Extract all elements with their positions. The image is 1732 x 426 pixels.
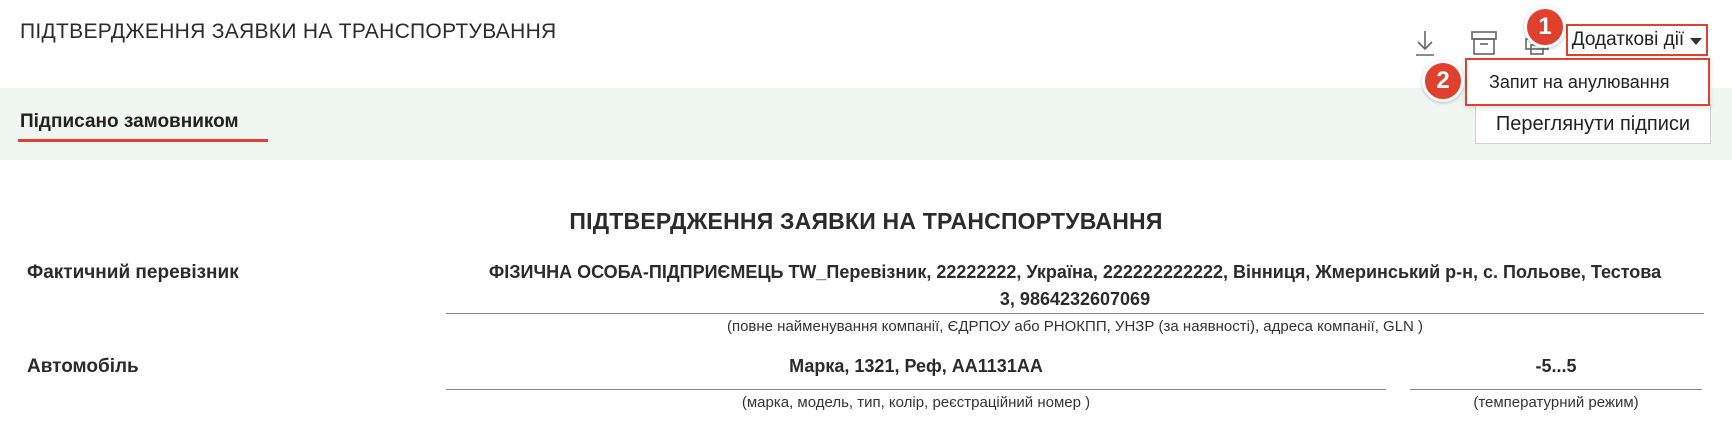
download-icon[interactable] [1408, 26, 1442, 60]
carrier-value: ФІЗИЧНА ОСОБА-ПІДПРИЄМЕЦЬ TW_Перевізник,… [446, 259, 1704, 313]
archive-icon[interactable] [1467, 26, 1501, 60]
temperature-value: -5...5 [1535, 356, 1577, 376]
menu-item-cancel-request[interactable]: Запит на анулювання [1465, 58, 1710, 106]
caret-down-icon [1690, 37, 1703, 45]
carrier-line [446, 313, 1704, 314]
more-actions-label: Додаткові дії [1571, 29, 1685, 50]
vehicle-line [446, 389, 1386, 390]
carrier-label: Фактичний перевізник [27, 262, 239, 283]
vehicle-label: Автомобіль [27, 356, 139, 377]
carrier-value-line-1: ФІЗИЧНА ОСОБА-ПІДПРИЄМЕЦЬ TW_Перевізник,… [488, 262, 1662, 282]
temperature-hint: (температурний режим) [1473, 394, 1639, 411]
status-label: Підписано замовником [20, 111, 239, 132]
step-badge-2: 2 [1422, 60, 1464, 102]
carrier-hint: (повне найменування компанії, ЄДРПОУ або… [726, 318, 1424, 335]
status-underline [18, 139, 268, 142]
step-badge-1: 1 [1524, 6, 1566, 48]
vehicle-hint: (марка, модель, тип, колір, реєстраційни… [741, 394, 1091, 411]
view-signatures-button[interactable]: Переглянути підписи [1475, 104, 1711, 144]
carrier-value-line-2: 3, 9864232607069 [999, 289, 1151, 309]
document-title: ПІДТВЕРДЖЕННЯ ЗАЯВКИ НА ТРАНСПОРТУВАННЯ [569, 208, 1163, 234]
menu-item-label: Запит на анулювання [1489, 71, 1670, 92]
vehicle-value: Марка, 1321, Реф, АА1131АА [789, 356, 1043, 376]
more-actions-button[interactable]: Додаткові дії [1566, 24, 1708, 56]
temperature-line [1410, 389, 1702, 390]
page-title: ПІДТВЕРДЖЕННЯ ЗАЯВКИ НА ТРАНСПОРТУВАННЯ [20, 20, 557, 43]
